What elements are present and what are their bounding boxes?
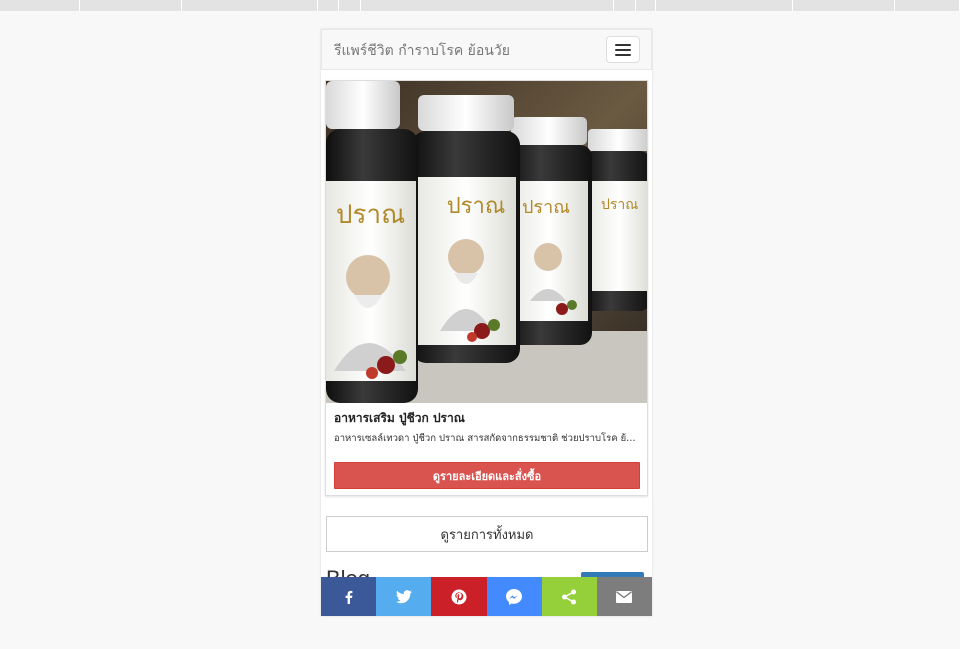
share-twitter-button[interactable] [376, 577, 432, 616]
share-bar [321, 577, 652, 616]
site-brand[interactable]: รีแพร์ชีวิต กำราบโรค ย้อนวัย [334, 40, 510, 62]
email-icon [616, 590, 633, 603]
product-image[interactable]: ปราณ ปราณ ปราณ ปราณ [326, 81, 647, 403]
product-title[interactable]: อาหารเสริม ปู่ชีวก ปราณ [334, 409, 465, 428]
background-strip [0, 0, 960, 11]
view-all-button[interactable]: ดูรายการทั้งหมด [326, 516, 648, 552]
svg-text:ปราณ: ปราณ [601, 198, 638, 213]
share-pinterest-button[interactable] [431, 577, 487, 616]
pinterest-icon [451, 589, 467, 604]
strip-segment [318, 0, 339, 11]
share-icon [562, 589, 577, 604]
strip-segment [636, 0, 656, 11]
menu-toggle-button[interactable] [606, 36, 640, 63]
messenger-icon [506, 588, 523, 605]
svg-text:ปราณ: ปราณ [336, 200, 405, 229]
strip-segment [895, 0, 960, 11]
strip-segment [0, 0, 80, 11]
strip-segment [656, 0, 793, 11]
hamburger-icon [615, 54, 631, 56]
twitter-icon [395, 589, 412, 603]
hamburger-icon [615, 49, 631, 51]
strip-segment [80, 0, 182, 11]
product-card: ปราณ ปราณ ปราณ ปราณ อาหารเสริม ปู่ชีวก ป… [325, 80, 648, 496]
facebook-icon [345, 590, 352, 604]
strip-segment [339, 0, 361, 11]
share-generic-button[interactable] [541, 577, 597, 616]
mobile-page-frame: รีแพร์ชีวิต กำราบโรค ย้อนวัย ปราณ ปราณ ป… [321, 29, 652, 616]
strip-segment [614, 0, 636, 11]
order-details-button[interactable]: ดูรายละเอียดและสั่งซื้อ [334, 462, 640, 489]
product-description: อาหารเซลล์เทวดา ปู่ชีวก ปราณ สารสกัดจากธ… [334, 433, 639, 444]
strip-segment [793, 0, 895, 11]
share-email-button[interactable] [596, 577, 652, 616]
share-facebook-button[interactable] [321, 577, 377, 616]
share-messenger-button[interactable] [486, 577, 542, 616]
svg-text:ปราณ: ปราณ [522, 197, 570, 217]
svg-text:ปราณ: ปราณ [447, 193, 506, 218]
strip-segment [182, 0, 318, 11]
hamburger-icon [615, 44, 631, 46]
navbar: รีแพร์ชีวิต กำราบโรค ย้อนวัย [321, 29, 652, 70]
strip-segment [361, 0, 614, 11]
